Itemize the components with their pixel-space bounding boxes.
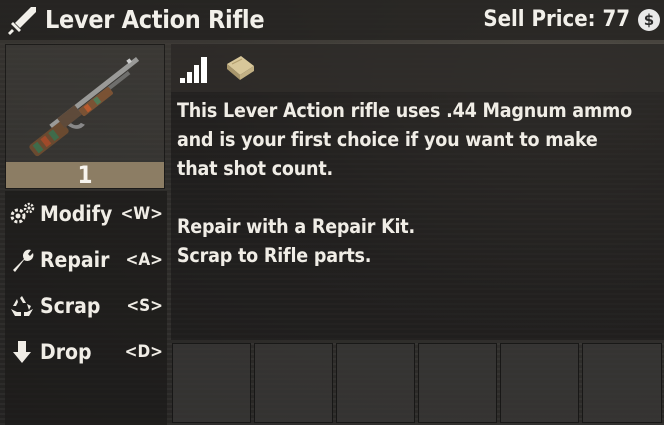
action-modify[interactable]: Modify <W> <box>5 191 167 237</box>
item-title: Lever Action Rifle <box>45 5 265 34</box>
action-repair[interactable]: Repair <A> <box>5 237 167 283</box>
item-description: This Lever Action rifle uses .44 Magnum … <box>177 99 632 267</box>
action-label: Modify <box>40 202 113 226</box>
action-label: Repair <box>40 248 110 272</box>
description-panel: This Lever Action rifle uses .44 Magnum … <box>171 44 664 340</box>
mod-slot[interactable] <box>500 343 579 423</box>
item-count: 1 <box>77 161 93 189</box>
action-key: <D> <box>124 342 163 362</box>
dollar-coin-icon: $ <box>638 9 660 31</box>
count-bar: 1 <box>6 162 164 188</box>
action-menu: Modify <W> Repair <A> Scrap <S> Drop <D> <box>5 191 167 425</box>
gears-icon <box>10 202 35 224</box>
mod-slot[interactable] <box>418 343 497 423</box>
mod-slot[interactable] <box>582 343 662 423</box>
crossed-swords-icon <box>8 7 36 35</box>
item-header: Lever Action Rifle Sell Price: 77 $ <box>0 0 664 40</box>
item-preview: 1 <box>5 44 165 189</box>
arrow-down-icon <box>13 341 31 363</box>
action-key: <S> <box>126 296 163 316</box>
mod-slot[interactable] <box>336 343 415 423</box>
book-icon[interactable] <box>223 52 257 84</box>
action-label: Drop <box>40 340 92 364</box>
action-key: <W> <box>120 204 163 224</box>
item-stats-bar <box>171 44 664 92</box>
sell-price: Sell Price: 77 <box>483 7 630 32</box>
wrench-icon <box>13 249 34 272</box>
action-drop[interactable]: Drop <D> <box>5 329 167 375</box>
rifle-icon <box>29 56 140 157</box>
action-key: <A> <box>125 250 163 270</box>
mod-slot[interactable] <box>254 343 333 423</box>
action-scrap[interactable]: Scrap <S> <box>5 283 167 329</box>
quality-bars-icon <box>180 57 207 83</box>
recycle-icon <box>11 296 33 316</box>
mod-slot[interactable] <box>172 343 251 423</box>
action-label: Scrap <box>40 294 101 318</box>
